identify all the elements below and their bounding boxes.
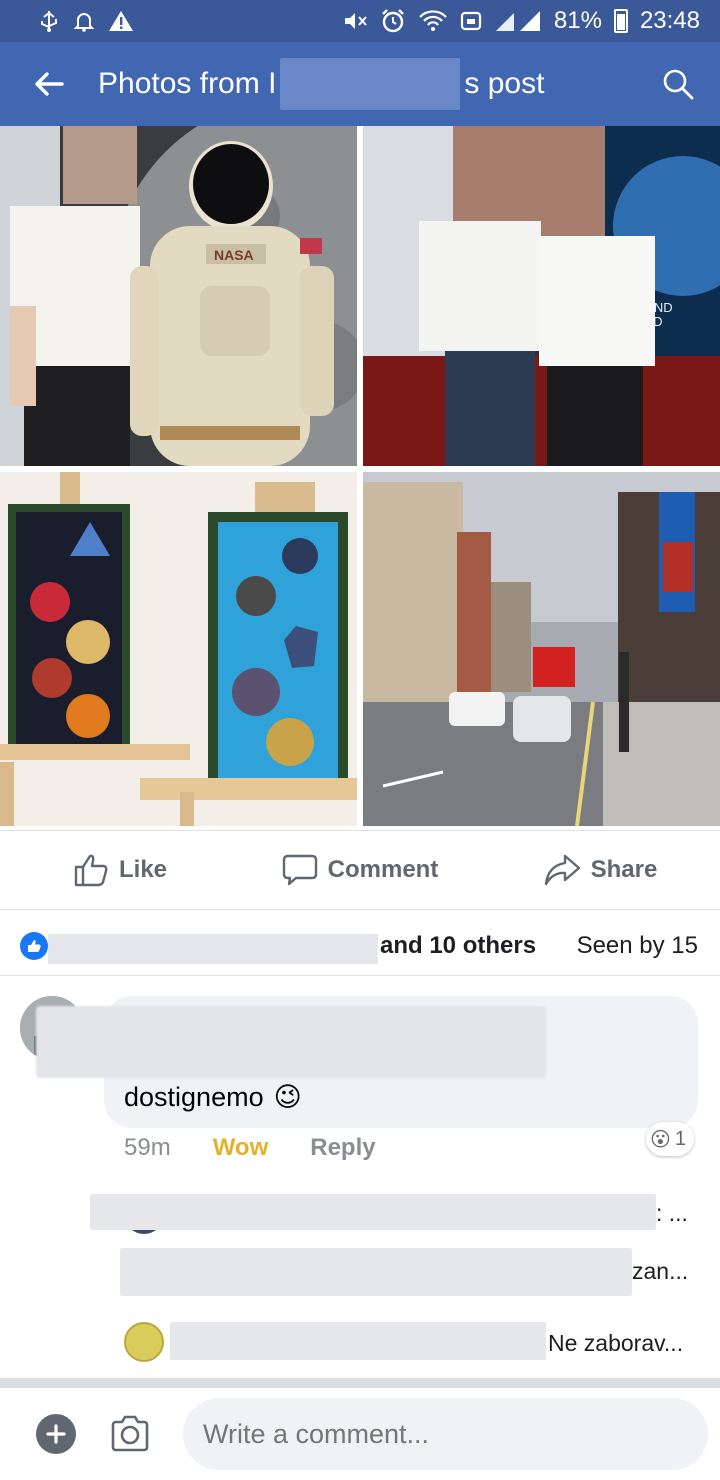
comment-composer xyxy=(0,1388,720,1480)
plus-icon xyxy=(46,1424,66,1444)
mission-patches-photo[interactable] xyxy=(0,472,357,826)
share-arrow-icon xyxy=(544,854,580,886)
battery-percent: 81% xyxy=(553,7,602,34)
composer-divider xyxy=(0,1378,720,1388)
reply-preview-item[interactable]: zan... xyxy=(0,1246,720,1296)
redacted-name-block xyxy=(280,58,461,110)
mute-icon xyxy=(344,13,367,29)
signal-icon xyxy=(495,11,540,31)
reaction-others-text: and 10 others xyxy=(380,932,537,959)
comment-meta: 59m Wow Reply xyxy=(124,1134,376,1162)
reply-preview-item[interactable]: Ne zaborav... xyxy=(0,1318,720,1368)
like-label: Like xyxy=(118,856,168,883)
mission-patches-illustration xyxy=(0,472,357,826)
like-reaction-icon xyxy=(20,932,48,960)
london-street-illustration xyxy=(363,472,720,826)
comment-input[interactable] xyxy=(183,1398,708,1470)
couple-poster-photo[interactable]: VE AND YOND xyxy=(363,126,720,466)
reply-snippet: : ... xyxy=(656,1200,688,1226)
wink-emoji-icon: 😉 xyxy=(273,1082,302,1112)
comment-time: 59m xyxy=(124,1134,171,1161)
couple-poster-illustration: VE AND YOND xyxy=(363,126,720,466)
reply-button[interactable]: Reply xyxy=(310,1134,375,1162)
title-end: s post xyxy=(464,67,545,100)
search-icon[interactable] xyxy=(660,66,696,102)
reply-preview-item[interactable]: : ... xyxy=(0,1190,720,1240)
astronaut-suit-photo[interactable]: NASA xyxy=(0,126,357,466)
comment-bubble-icon xyxy=(282,854,317,886)
redacted-reply-text xyxy=(170,1322,546,1360)
comment-button[interactable]: Comment xyxy=(240,831,480,909)
page-title: Photos from I s post xyxy=(98,58,544,110)
warning-icon xyxy=(109,11,133,31)
like-button[interactable]: Like xyxy=(0,831,240,909)
wifi-icon xyxy=(419,10,447,31)
app-bar: Photos from I s post xyxy=(0,42,720,126)
share-label: Share xyxy=(590,856,658,883)
reply-snippet: zan... xyxy=(632,1258,689,1284)
thumbs-up-icon xyxy=(74,854,108,887)
add-attachment-button[interactable] xyxy=(36,1414,76,1454)
share-button[interactable]: Share xyxy=(480,831,720,909)
astronaut-suit-illustration: NASA xyxy=(0,126,357,466)
status-bar: 81% 23:48 xyxy=(0,0,720,42)
reply-avatar xyxy=(124,1322,164,1362)
vpn-icon xyxy=(460,11,481,31)
svg-text:NASA: NASA xyxy=(214,247,254,263)
seen-by-text[interactable]: Seen by 15 xyxy=(577,932,698,960)
back-button[interactable] xyxy=(0,42,98,126)
status-left-icons xyxy=(38,9,134,33)
redacted-commenter-name xyxy=(36,1006,546,1078)
redacted-reply-text xyxy=(90,1194,656,1230)
reactions-summary[interactable]: and 10 others Seen by 15 xyxy=(0,918,720,976)
comment-item: dostignemo 😉 59m Wow Reply 😮 1 xyxy=(0,990,720,1180)
comment-reaction-count[interactable]: 😮 1 xyxy=(646,1122,694,1156)
bell-icon xyxy=(73,13,95,32)
alarm-icon xyxy=(382,9,404,33)
photo-grid: NASA VE AND YOND xyxy=(0,126,720,826)
clock: 23:48 xyxy=(639,7,700,34)
london-street-photo[interactable] xyxy=(363,472,720,826)
battery-icon xyxy=(613,9,628,33)
comment-label: Comment xyxy=(327,856,439,883)
status-right-icons: 81% 23:48 xyxy=(342,7,700,35)
reply-snippet: Ne zaborav... xyxy=(548,1330,684,1356)
redacted-reply-text xyxy=(120,1248,632,1296)
redacted-names-block xyxy=(48,934,378,964)
arrow-left-icon xyxy=(35,72,64,96)
post-action-bar: Like Comment Share xyxy=(0,830,720,910)
reaction-count-number: 1 xyxy=(674,1127,686,1150)
camera-icon[interactable] xyxy=(108,1412,152,1456)
comment-text: dostignemo 😉 xyxy=(124,1082,302,1113)
wow-emoji-icon: 😮 xyxy=(650,1128,671,1151)
comment-body: dostignemo xyxy=(124,1082,264,1112)
title-start: Photos from I xyxy=(98,67,277,100)
wow-reaction-button[interactable]: Wow xyxy=(213,1134,269,1162)
usb-icon xyxy=(41,11,57,32)
